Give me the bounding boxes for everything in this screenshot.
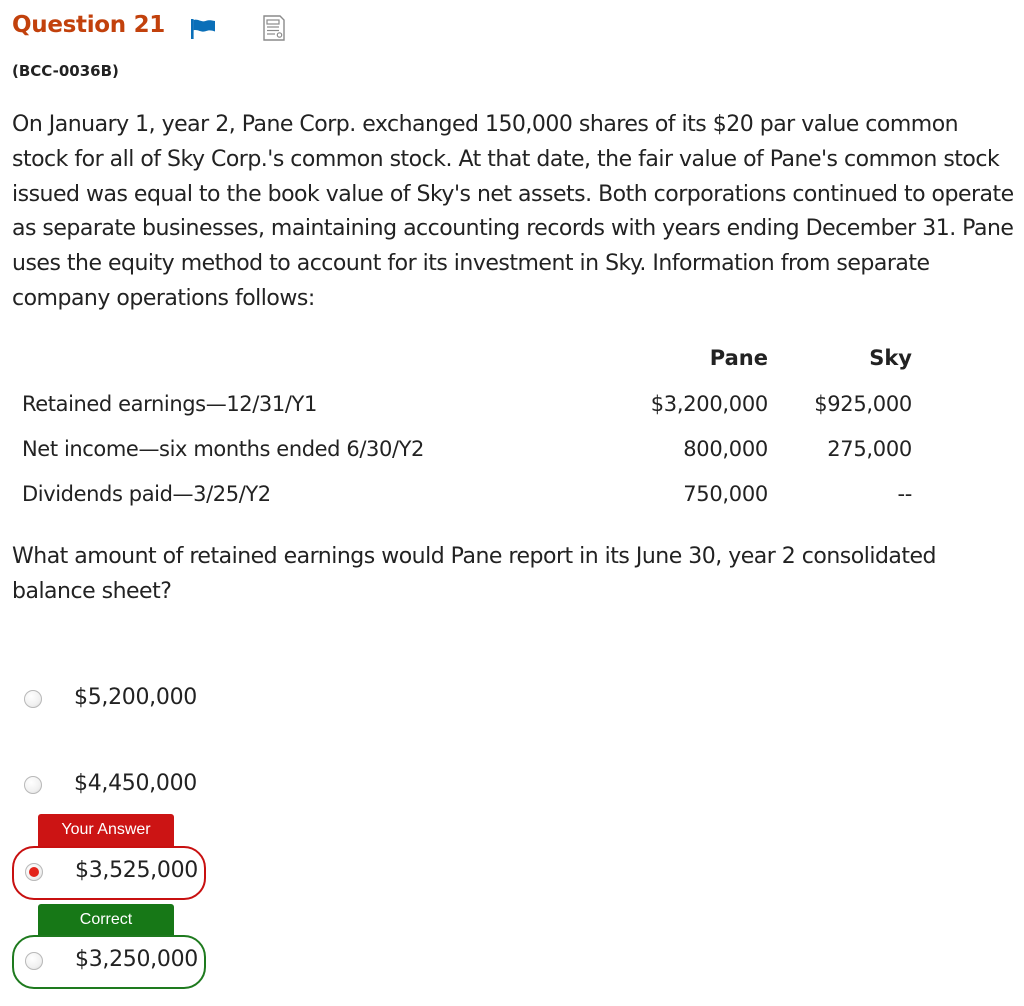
radio-button[interactable] bbox=[25, 952, 43, 970]
question-title: Question 21 bbox=[12, 12, 165, 38]
table-row-label: Retained earnings—12/31/Y1 bbox=[22, 392, 317, 416]
radio-button[interactable] bbox=[24, 690, 42, 708]
table-cell-sky: -- bbox=[897, 482, 912, 506]
answer-option[interactable]: $4,450,000 bbox=[12, 759, 212, 813]
option-text: $4,450,000 bbox=[74, 771, 197, 796]
your-answer-badge: Your Answer bbox=[38, 814, 174, 846]
flag-icon[interactable] bbox=[190, 18, 216, 40]
option-text: $3,250,000 bbox=[75, 947, 198, 972]
question-stem: On January 1, year 2, Pane Corp. exchang… bbox=[12, 112, 1014, 311]
table-header-pane: Pane bbox=[709, 346, 768, 370]
question-prompt: What amount of retained earnings would P… bbox=[12, 544, 937, 604]
correct-answer-badge: Correct bbox=[38, 904, 174, 936]
table-cell-sky: $925,000 bbox=[814, 392, 912, 416]
option-text: $5,200,000 bbox=[74, 685, 197, 710]
radio-button-selected[interactable] bbox=[25, 863, 43, 881]
answer-option-selected[interactable]: $3,525,000 bbox=[12, 846, 206, 900]
table-row-label: Net income—six months ended 6/30/Y2 bbox=[22, 437, 425, 461]
table-cell-sky: 275,000 bbox=[827, 437, 912, 461]
answer-option-correct[interactable]: $3,250,000 bbox=[12, 935, 206, 989]
table-cell-pane: 800,000 bbox=[683, 437, 768, 461]
answer-option[interactable]: $5,200,000 bbox=[12, 673, 212, 727]
question-code: (BCC-0036B) bbox=[12, 62, 119, 80]
radio-button[interactable] bbox=[24, 776, 42, 794]
table-cell-pane: $3,200,000 bbox=[650, 392, 769, 416]
calculator-icon[interactable] bbox=[260, 14, 288, 42]
table-row-label: Dividends paid—3/25/Y2 bbox=[22, 482, 271, 506]
option-text: $3,525,000 bbox=[75, 858, 198, 883]
table-cell-pane: 750,000 bbox=[683, 482, 768, 506]
table-header-sky: Sky bbox=[869, 346, 912, 370]
